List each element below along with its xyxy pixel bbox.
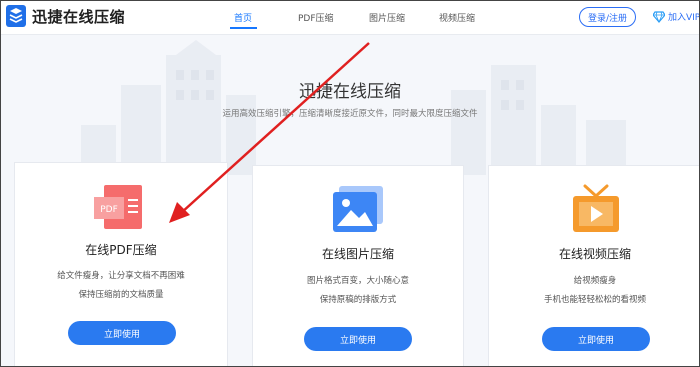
card-title: 在线PDF压缩 xyxy=(85,243,157,257)
hero-title: 迅捷在线压缩 xyxy=(299,82,401,102)
nav-home[interactable]: 首页 xyxy=(234,11,252,24)
diamond-icon xyxy=(653,10,665,23)
use-now-button[interactable]: 立即使用 xyxy=(68,321,176,345)
tv-play-icon xyxy=(573,184,619,232)
use-now-button[interactable]: 立即使用 xyxy=(304,327,412,351)
video-compress-card[interactable]: 在线视频压缩 给视频瘦身 手机也能轻轻松松的看视频 立即使用 xyxy=(488,165,699,366)
pdf-icon-label: PDF xyxy=(100,205,118,215)
nav-pdf-compress[interactable]: PDF压缩 xyxy=(298,11,334,24)
pdf-compress-card[interactable]: PDF 在线PDF压缩 给文件瘦身，让分享文档不再困难 保持压缩前的文档质量 立… xyxy=(14,162,228,366)
card-desc-line: 给文件瘦身，让分享文档不再困难 xyxy=(57,271,185,281)
use-now-button[interactable]: 立即使用 xyxy=(542,327,650,351)
card-title: 在线图片压缩 xyxy=(321,247,394,261)
vip-label: 加入VIP xyxy=(668,13,700,23)
card-title: 在线视频压缩 xyxy=(558,247,631,261)
image-compress-card[interactable]: 在线图片压缩 图片格式百变，大小随心意 保持原稿的排版方式 立即使用 xyxy=(252,165,464,366)
image-icon xyxy=(333,186,383,232)
card-desc-line: 手机也能轻轻松松的看视频 xyxy=(543,295,646,305)
card-desc-line: 图片格式百变，大小随心意 xyxy=(306,276,409,286)
logo-icon xyxy=(6,5,26,27)
browser-viewport: 迅捷在线压缩 首页 PDF压缩 图片压缩 视频压缩 登录/注册 加入VIP 迅捷… xyxy=(0,0,700,367)
top-navigation-bar: 迅捷在线压缩 首页 PDF压缩 图片压缩 视频压缩 登录/注册 加入VIP xyxy=(1,1,699,35)
hero-subtitle: 运用高效压缩引擎，压缩清晰度接近原文件，同时最大限度压缩文件 xyxy=(222,109,478,119)
card-desc-line: 保持原稿的排版方式 xyxy=(319,295,397,305)
nav-image-compress[interactable]: 图片压缩 xyxy=(369,11,405,24)
nav-video-compress[interactable]: 视频压缩 xyxy=(439,11,475,24)
join-vip-link[interactable]: 加入VIP xyxy=(653,10,700,23)
logo-text: 迅捷在线压缩 xyxy=(32,7,126,26)
logo[interactable]: 迅捷在线压缩 xyxy=(6,5,125,27)
login-register-button[interactable]: 登录/注册 xyxy=(579,7,636,27)
nav-active-indicator xyxy=(230,27,257,29)
pdf-file-icon: PDF xyxy=(94,185,142,229)
card-desc-line: 给视频瘦身 xyxy=(573,276,617,286)
hero-background-illustration xyxy=(81,40,626,175)
card-desc-line: 保持压缩前的文档质量 xyxy=(78,290,164,300)
